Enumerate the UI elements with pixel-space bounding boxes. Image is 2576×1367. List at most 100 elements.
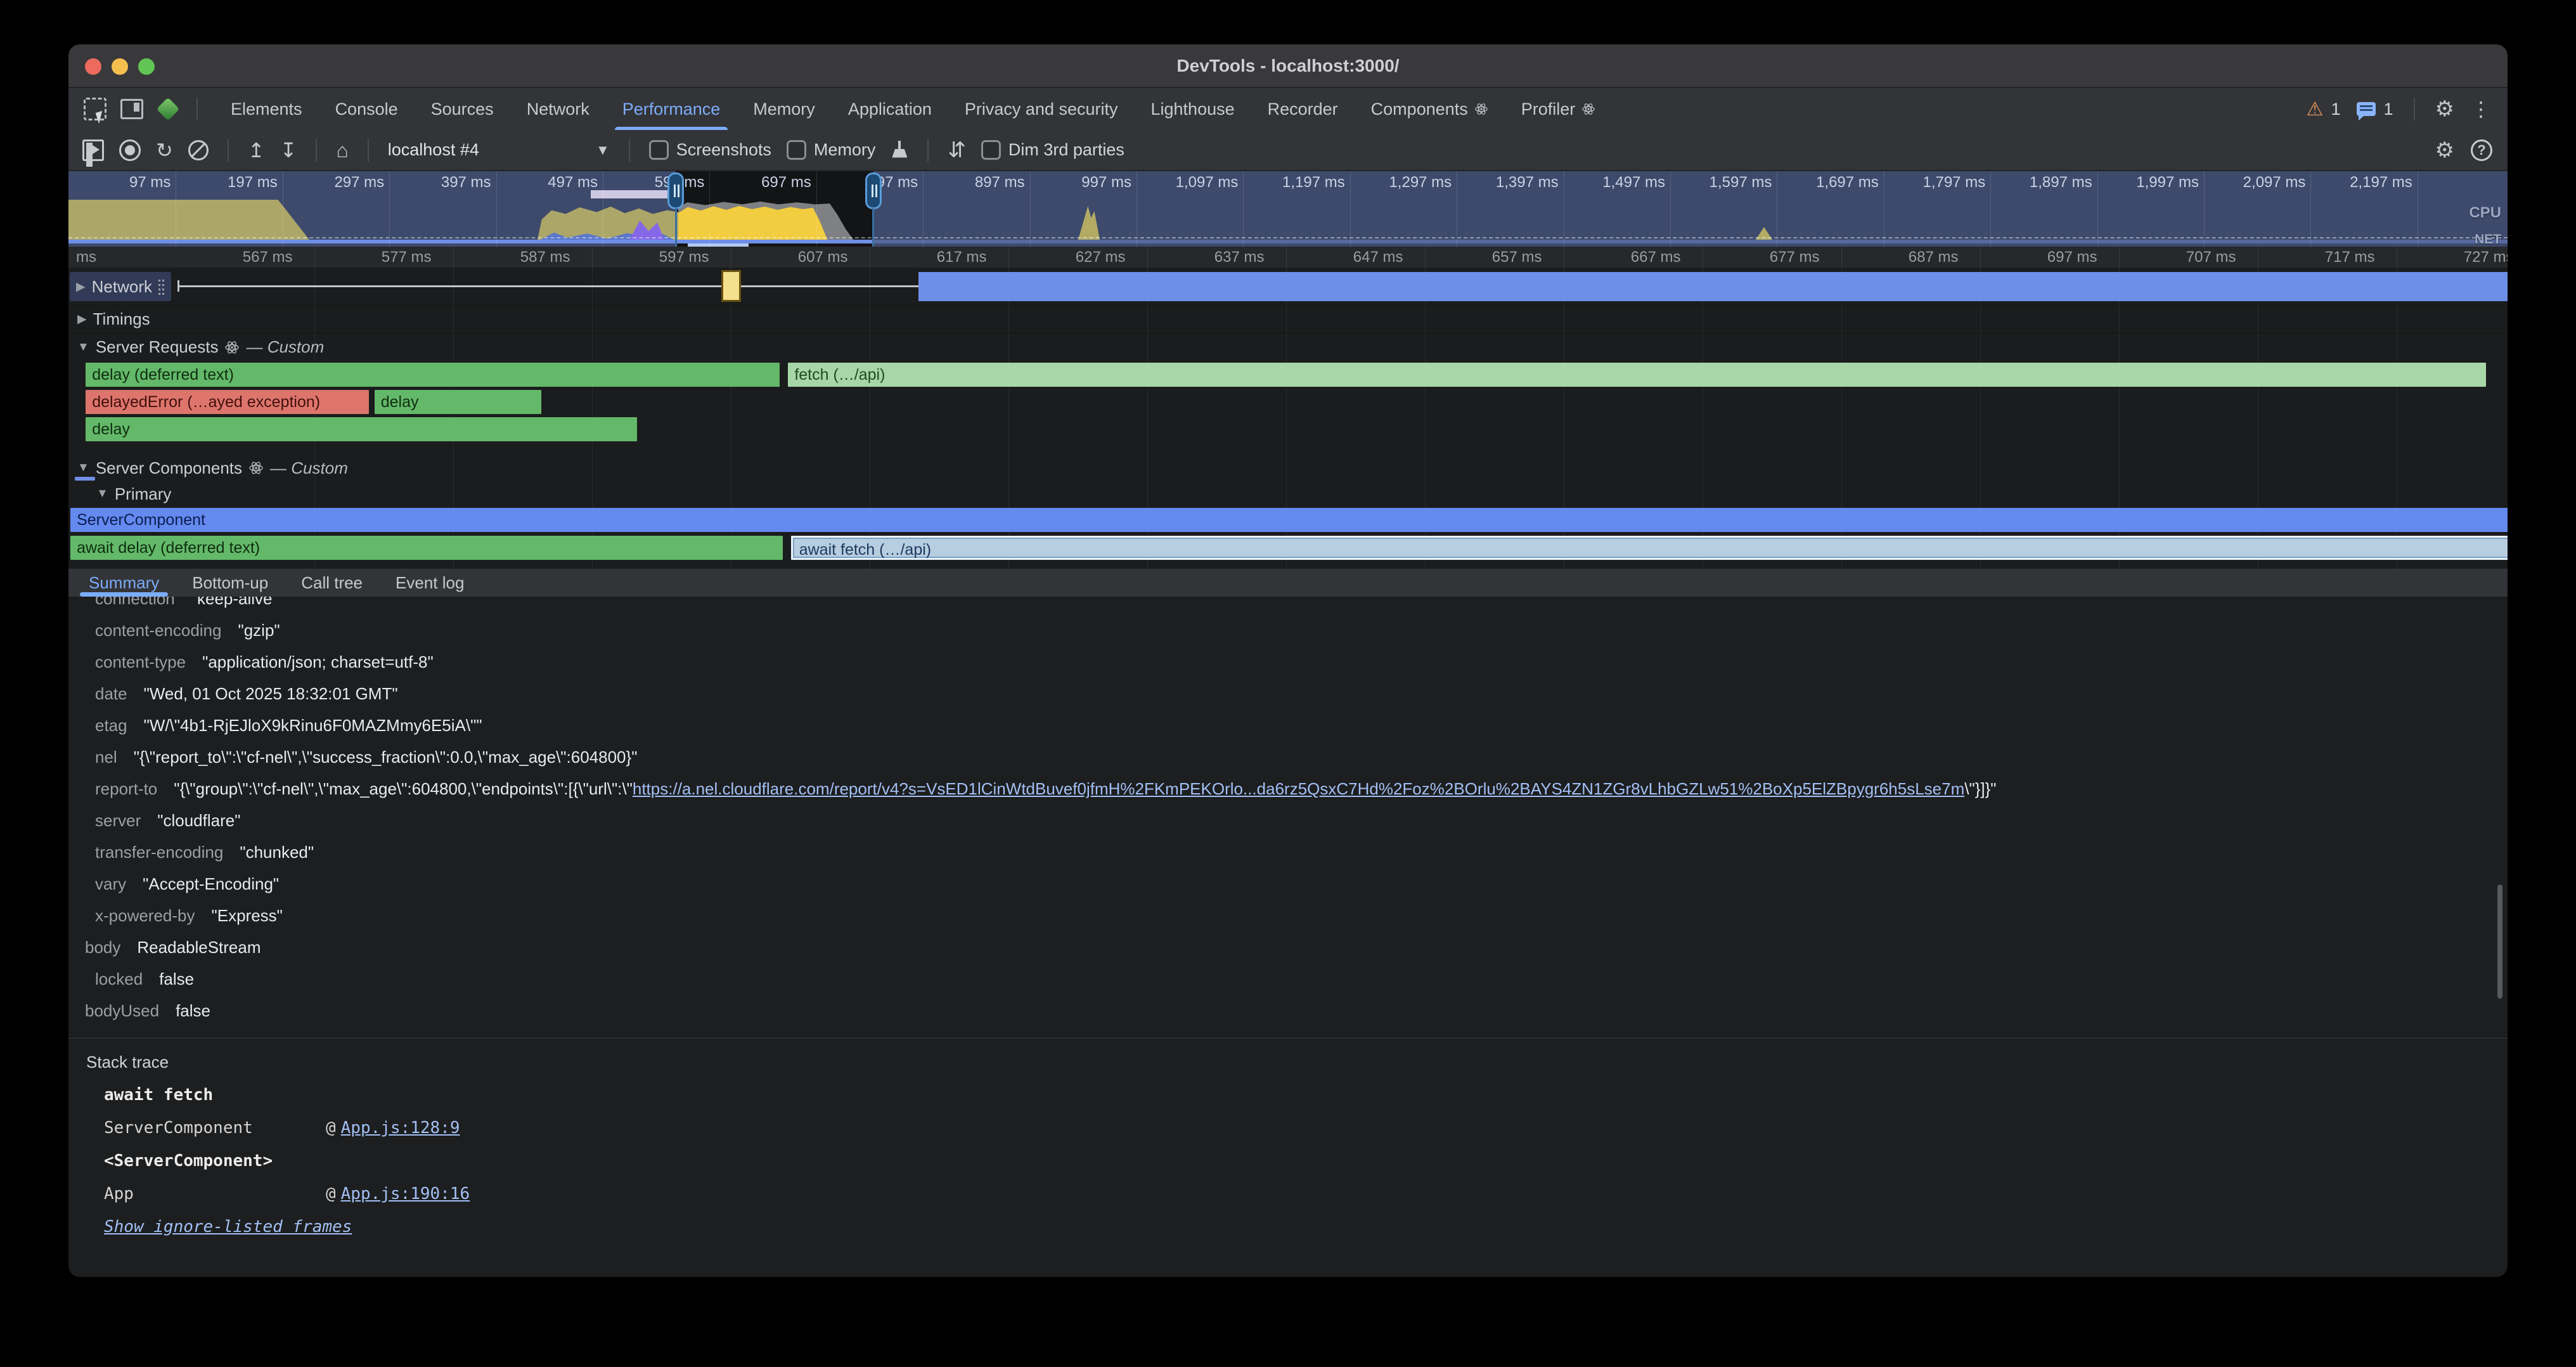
tab-performance[interactable]: Performance bbox=[606, 88, 737, 130]
divider bbox=[316, 139, 317, 162]
summary-value: "application/json; charset=utf-8" bbox=[202, 652, 434, 671]
summary-value: "Express" bbox=[212, 906, 283, 925]
network-track-label[interactable]: ▶ Network bbox=[70, 272, 171, 301]
inspect-element-icon[interactable] bbox=[84, 98, 106, 120]
tabbar-right: ⚠ 1 1 ⚙ ⋮ bbox=[2307, 96, 2508, 122]
details-tab-bottom-up[interactable]: Bottom-up bbox=[178, 569, 282, 597]
timings-track[interactable]: ▶ Timings bbox=[68, 306, 2508, 334]
dim-3rd-parties-checkbox[interactable]: Dim 3rd parties bbox=[981, 140, 1124, 160]
summary-key: report-to bbox=[95, 779, 157, 798]
ruler-label: 667 ms bbox=[1554, 249, 1681, 266]
primary-group-header[interactable]: ▼ Primary bbox=[68, 481, 2508, 507]
tab-lighthouse[interactable]: Lighthouse bbox=[1135, 88, 1251, 130]
tab-console[interactable]: Console bbox=[319, 88, 415, 130]
extension-gem-icon[interactable] bbox=[157, 98, 180, 121]
summary-key: content-encoding bbox=[95, 621, 221, 640]
server-components-lane-2: await delay (deferred text) await fetch (… bbox=[68, 534, 2508, 563]
checkbox-label: Dim 3rd parties bbox=[1008, 140, 1124, 160]
server-requests-lane-3: delay bbox=[68, 416, 2508, 443]
summary-value: "Accept-Encoding" bbox=[143, 874, 279, 893]
ruler-label: 657 ms bbox=[1415, 249, 1542, 266]
memory-checkbox[interactable]: Memory bbox=[787, 140, 876, 160]
help-icon[interactable]: ? bbox=[2471, 139, 2492, 161]
window-title: DevTools - localhost:3000/ bbox=[68, 44, 2508, 87]
details-tab-event-log[interactable]: Event log bbox=[382, 569, 478, 597]
details-tab-summary[interactable]: Summary bbox=[75, 569, 173, 597]
summary-row: server"cloudflare" bbox=[68, 805, 2508, 836]
capture-settings-gear-icon[interactable]: ⚙ bbox=[2435, 138, 2454, 163]
window-titlebar: DevTools - localhost:3000/ bbox=[68, 44, 2508, 88]
history-select[interactable]: localhost #4 ▼ bbox=[388, 140, 610, 160]
expand-triangle-icon[interactable]: ▼ bbox=[96, 487, 108, 501]
network-track[interactable]: ▶ Network bbox=[68, 268, 2508, 306]
device-toolbar-icon[interactable] bbox=[120, 99, 143, 119]
ruler-unit: ms bbox=[76, 249, 96, 266]
details-tab-call-tree[interactable]: Call tree bbox=[287, 569, 377, 597]
screenshots-checkbox[interactable]: Screenshots bbox=[649, 140, 771, 160]
home-live-metrics-icon[interactable]: ⌂ bbox=[336, 140, 348, 160]
collapse-triangle-icon[interactable]: ▶ bbox=[76, 280, 86, 294]
tab-profiler[interactable]: Profiler bbox=[1505, 88, 1613, 130]
timeline-event-bar[interactable]: delayedError (…ayed exception) bbox=[86, 390, 369, 414]
server-requests-lane-2: delayedError (…ayed exception)delay bbox=[68, 389, 2508, 416]
tab-sources[interactable]: Sources bbox=[415, 88, 510, 130]
summary-value-link[interactable]: https://a.nel.cloudflare.com/report/v4?s… bbox=[633, 779, 1964, 798]
show-ignore-listed-frames-link[interactable]: Show ignore-listed frames bbox=[104, 1217, 352, 1236]
settings-gear-icon[interactable]: ⚙ bbox=[2435, 96, 2454, 122]
summary-key: etag bbox=[95, 716, 127, 735]
toggle-sidebar-icon[interactable] bbox=[82, 139, 104, 161]
timeline-event-bar[interactable]: await delay (deferred text) bbox=[70, 536, 782, 560]
clear-recording-icon[interactable] bbox=[188, 140, 209, 160]
stack-frame-source-link[interactable]: App.js:190:16 bbox=[341, 1184, 470, 1203]
scrollbar-thumb[interactable] bbox=[2497, 884, 2502, 999]
reload-and-record-icon[interactable]: ↻ bbox=[156, 140, 173, 160]
timeline-event-bar[interactable]: delay bbox=[375, 390, 541, 414]
react-atom-icon bbox=[1474, 102, 1488, 116]
shrink-timeline-icon[interactable]: ⇵ bbox=[948, 138, 966, 163]
record-button[interactable] bbox=[119, 139, 141, 161]
collect-garbage-icon[interactable] bbox=[891, 141, 908, 160]
show-ignore-listed-frames: Show ignore-listed frames bbox=[68, 1210, 2508, 1243]
collapse-triangle-icon[interactable]: ▶ bbox=[77, 312, 87, 327]
devtools-tabbar: ElementsConsoleSourcesNetworkPerformance… bbox=[68, 88, 2508, 130]
tab-label: Profiler bbox=[1521, 100, 1576, 119]
tab-network[interactable]: Network bbox=[510, 88, 606, 130]
summary-value: "chunked" bbox=[240, 843, 314, 862]
drag-grip-icon[interactable] bbox=[158, 278, 165, 295]
warnings-indicator[interactable]: ⚠ bbox=[2307, 98, 2324, 120]
console-messages-icon[interactable] bbox=[2357, 102, 2376, 116]
download-profile-icon[interactable]: ↧ bbox=[280, 140, 297, 160]
divider bbox=[629, 139, 630, 162]
timeline-event-bar[interactable]: delay (deferred text) bbox=[86, 363, 780, 387]
selection-handle-left[interactable] bbox=[667, 172, 684, 209]
timeline-event-bar[interactable]: fetch (…/api) bbox=[788, 363, 2485, 387]
network-request-bar[interactable] bbox=[918, 272, 2508, 301]
tab-label: Recorder bbox=[1268, 100, 1338, 119]
timeline-overview[interactable]: 97 ms197 ms297 ms397 ms497 ms597 ms697 m… bbox=[68, 171, 2508, 247]
stack-frame-row: ServerComponent@App.js:128:9 bbox=[68, 1111, 2508, 1144]
tab-privacy-and-security[interactable]: Privacy and security bbox=[948, 88, 1135, 130]
more-options-icon[interactable]: ⋮ bbox=[2471, 97, 2491, 121]
tab-components[interactable]: Components bbox=[1355, 88, 1505, 130]
server-requests-track-header[interactable]: ▼ Server Requests — Custom bbox=[68, 333, 2508, 361]
summary-value: "W/\"4b1-RjEJloX9kRinu6F0MAZMmy6E5iA\"" bbox=[144, 716, 482, 735]
server-components-track-header[interactable]: ▼ Server Components — Custom bbox=[68, 455, 2508, 481]
timeline-event-bar[interactable]: ServerComponent bbox=[70, 508, 2508, 532]
upload-profile-icon[interactable]: ↥ bbox=[248, 140, 265, 160]
overview-ruler-label: 2,197 ms bbox=[2286, 174, 2412, 191]
summary-key: x-powered-by bbox=[95, 906, 195, 925]
summary-value: "cloudflare" bbox=[157, 811, 240, 830]
network-event-block[interactable] bbox=[721, 270, 741, 302]
timeline-event-bar[interactable]: delay bbox=[86, 417, 636, 441]
expand-triangle-icon[interactable]: ▼ bbox=[77, 461, 89, 475]
ruler-label: 627 ms bbox=[999, 249, 1126, 266]
tab-application[interactable]: Application bbox=[832, 88, 948, 130]
selection-handle-right[interactable] bbox=[865, 172, 882, 209]
timeline-event-bar[interactable]: await fetch (…/api) bbox=[791, 536, 2508, 560]
summary-row: connection"keep-alive" bbox=[68, 597, 2508, 614]
tab-recorder[interactable]: Recorder bbox=[1251, 88, 1355, 130]
tab-elements[interactable]: Elements bbox=[214, 88, 319, 130]
tab-memory[interactable]: Memory bbox=[737, 88, 832, 130]
expand-triangle-icon[interactable]: ▼ bbox=[77, 340, 89, 354]
stack-frame-source-link[interactable]: App.js:128:9 bbox=[341, 1118, 460, 1137]
